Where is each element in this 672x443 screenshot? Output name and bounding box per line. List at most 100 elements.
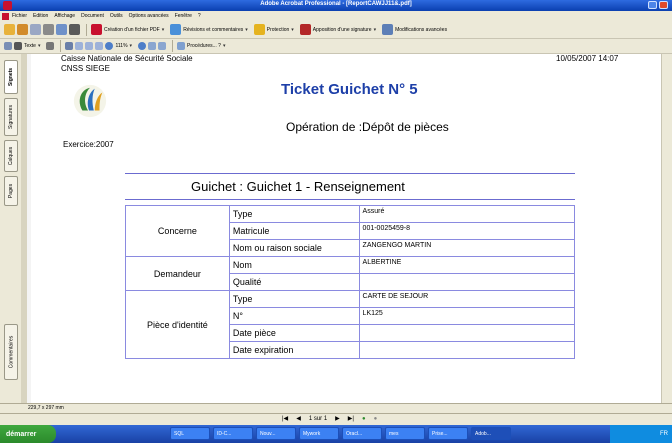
tab-signets[interactable]: Signets	[4, 60, 18, 94]
page-indicator[interactable]: 1 sur 1	[309, 416, 327, 422]
first-page-icon[interactable]: |◀	[282, 415, 288, 422]
toolbar-separator	[86, 23, 87, 36]
reviews-button[interactable]: Révisions et commentaires ▾	[170, 24, 248, 35]
rotate-icon[interactable]	[148, 42, 157, 50]
cnss-logo-icon	[73, 84, 107, 118]
protection-label: Protection	[266, 26, 290, 33]
field-label: Date pièce	[228, 324, 360, 342]
chevron-down-icon: ▾	[161, 26, 165, 33]
menu-fenetre[interactable]: Fenêtre	[175, 13, 192, 19]
advanced-editing-button[interactable]: Modifications avancées	[382, 24, 447, 35]
taskbar-item[interactable]: Prise...	[428, 427, 468, 440]
zoom-level-select[interactable]: 111% ▾	[115, 43, 132, 49]
window-title: Adobe Acrobat Professional - [ReportCAWJ…	[260, 1, 412, 7]
window-controls	[648, 1, 668, 9]
document-icon[interactable]	[2, 12, 9, 20]
main-toolbar: Création d'un fichier PDF ▾ Révisions et…	[0, 21, 672, 39]
actual-size-icon[interactable]	[75, 42, 84, 50]
create-pdf-label: Création d'un fichier PDF	[104, 26, 160, 33]
advanced-editing-icon	[382, 24, 394, 35]
chevron-down-icon: ▾	[291, 26, 294, 33]
group-label: Pièce d'identité	[125, 290, 230, 359]
taskbar-item[interactable]: Oracl...	[342, 427, 382, 440]
group-label: Demandeur	[125, 256, 230, 291]
menu-edition[interactable]: Edition	[33, 13, 48, 19]
snapshot-icon[interactable]	[46, 42, 55, 50]
field-label: Nom ou raison sociale	[228, 239, 360, 257]
create-pdf-icon	[91, 24, 102, 35]
field-value	[358, 341, 576, 359]
field-label: Nom	[228, 256, 360, 274]
menu-help[interactable]: ?	[198, 13, 201, 19]
taskbar-item[interactable]: ID-C...	[213, 427, 253, 440]
exercice-year: Exercice:2007	[63, 140, 114, 149]
menu-fichier[interactable]: Fichier	[12, 13, 27, 19]
close-button[interactable]	[659, 1, 668, 9]
last-page-icon[interactable]: ▶|	[348, 415, 354, 422]
procedures-label: Procédures... ?	[187, 43, 221, 49]
minimize-button[interactable]	[648, 1, 657, 9]
zoom-level-value: 111%	[115, 43, 128, 49]
text-select-button[interactable]: Texte ▾	[14, 42, 40, 50]
vertical-scrollbar[interactable]	[661, 54, 672, 403]
language-indicator[interactable]: FR	[660, 431, 668, 437]
taskbar-item[interactable]: Nouv...	[256, 427, 296, 440]
table-row: Demandeur Nom ALBERTINE	[125, 256, 576, 291]
tab-calques[interactable]: Calques	[4, 140, 18, 172]
create-pdf-button[interactable]: Création d'un fichier PDF ▾	[91, 24, 164, 35]
print-icon[interactable]	[43, 24, 54, 35]
zoom-icon[interactable]	[65, 42, 74, 50]
field-label: Type	[228, 205, 360, 223]
field-label: Matricule	[228, 222, 360, 240]
tab-pages[interactable]: Pages	[4, 176, 18, 206]
hand-tool-icon[interactable]	[4, 42, 12, 50]
procedures-button[interactable]: Procédures... ? ▾	[177, 42, 225, 50]
fit-width-icon[interactable]	[95, 42, 104, 50]
zoom-in-icon[interactable]	[138, 42, 147, 50]
previous-view-icon[interactable]: ●	[362, 416, 366, 422]
search-icon[interactable]	[69, 24, 80, 35]
pen-icon	[299, 24, 311, 35]
reviews-label: Révisions et commentaires	[183, 26, 244, 33]
field-label: Qualité	[228, 273, 360, 291]
zoom-out-icon[interactable]	[105, 42, 114, 50]
field-value: CARTE DE SEJOUR	[358, 290, 576, 308]
create-icon[interactable]	[17, 24, 28, 35]
reviews-icon	[170, 24, 182, 35]
field-label: Date expiration	[228, 341, 360, 359]
email-icon[interactable]	[56, 24, 67, 35]
taskbar-item-active[interactable]: Adob...	[471, 427, 511, 440]
field-value	[358, 324, 576, 342]
taskbar-item[interactable]: mes	[385, 427, 425, 440]
save-icon[interactable]	[30, 24, 41, 35]
chevron-down-icon: ▾	[222, 43, 226, 49]
menu-affichage[interactable]: Affichage	[54, 13, 75, 19]
menu-options-avancees[interactable]: Options avancées	[129, 13, 169, 19]
lock-icon	[253, 24, 265, 35]
procedures-icon	[177, 42, 186, 50]
tab-signatures[interactable]: Signatures	[4, 98, 18, 136]
taskbar-tasks: SQL ID-C... Nouv... Mywork Oracl... mes …	[170, 427, 511, 440]
tab-commentaires[interactable]: Commentaires	[4, 324, 18, 380]
divider-line	[125, 199, 575, 200]
signature-button[interactable]: Apposition d'une signature ▾	[299, 24, 377, 35]
menu-document[interactable]: Document	[81, 13, 104, 19]
next-view-icon[interactable]: ●	[374, 416, 378, 422]
pages-icon[interactable]	[158, 42, 167, 50]
taskbar-item[interactable]: SQL	[170, 427, 210, 440]
previous-page-icon[interactable]: ◀	[296, 415, 301, 422]
menu-outils[interactable]: Outils	[110, 13, 123, 19]
group-label: Concerne	[125, 205, 230, 257]
field-value: 001-0025459-8	[358, 222, 576, 240]
protection-button[interactable]: Protection ▾	[253, 24, 294, 35]
chevron-down-icon: ▾	[373, 26, 377, 33]
field-value: LK125	[358, 307, 576, 325]
field-value: ALBERTINE	[358, 256, 576, 274]
open-folder-icon[interactable]	[4, 24, 15, 35]
table-row: Pièce d'identité Type CARTE DE SEJOUR	[125, 290, 576, 359]
navigation-panel: Signets Signatures Calques Pages Comment…	[0, 54, 28, 403]
fit-page-icon[interactable]	[85, 42, 94, 50]
start-button[interactable]: démarrer	[0, 425, 56, 443]
next-page-icon[interactable]: ▶	[335, 415, 340, 422]
taskbar-item[interactable]: Mywork	[299, 427, 339, 440]
